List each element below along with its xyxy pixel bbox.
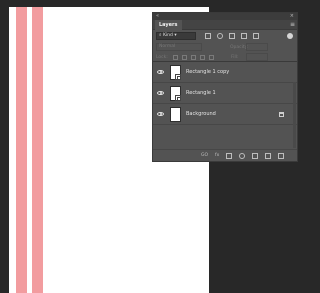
blend-mode-select[interactable]: Normal — [156, 43, 202, 51]
filter-toggle-icon[interactable] — [287, 33, 293, 39]
layers-panel: « × Layers ≡ ⌕ Kind ▾ Normal Opacity: Lo… — [152, 12, 298, 162]
layer-name[interactable]: Background — [186, 112, 216, 117]
lock-all-icon[interactable] — [209, 55, 214, 60]
collapse-icon[interactable]: « — [156, 14, 159, 19]
lock-transparent-icon[interactable] — [173, 55, 178, 60]
footer-icons: GO fx — [201, 153, 285, 159]
layers-scrollbar[interactable] — [293, 82, 296, 148]
fx-icon[interactable]: fx — [215, 153, 219, 159]
layer-row[interactable]: Background — [153, 104, 297, 125]
tab-bar: Layers ≡ — [153, 20, 297, 30]
lock-icons — [173, 55, 214, 60]
layer-thumbnail — [170, 107, 181, 122]
shape-filter-icon[interactable] — [241, 33, 247, 39]
panel-footer: GO fx — [153, 149, 297, 161]
link-layers-icon[interactable]: GO — [201, 153, 208, 159]
new-group-icon[interactable] — [252, 153, 259, 159]
type-filter-icon[interactable] — [229, 33, 235, 39]
fill-field[interactable] — [246, 53, 268, 61]
lock-pixels-icon[interactable] — [182, 55, 187, 60]
smart-object-badge-icon — [175, 95, 181, 101]
layer-name[interactable]: Rectangle 1 — [186, 91, 216, 96]
lock-artboard-icon[interactable] — [200, 55, 205, 60]
smart-object-filter-icon[interactable] — [253, 33, 259, 39]
filter-type-icons — [205, 33, 259, 39]
add-mask-icon[interactable] — [226, 153, 233, 159]
filter-kind-label: ⌕ Kind — [159, 33, 173, 38]
smart-object-badge-icon — [175, 74, 181, 80]
panel-menu-icon[interactable]: ≡ — [290, 22, 295, 28]
tab-layers[interactable]: Layers — [155, 20, 182, 30]
close-icon[interactable]: × — [290, 14, 294, 19]
lock-icon — [279, 112, 284, 117]
lock-position-icon[interactable] — [191, 55, 196, 60]
pink-stripe-right — [32, 7, 43, 293]
eye-icon[interactable] — [157, 70, 164, 74]
blend-opacity-row: Normal Opacity: — [153, 42, 297, 52]
opacity-field[interactable] — [246, 43, 268, 51]
trash-icon[interactable] — [278, 153, 285, 159]
filter-row: ⌕ Kind ▾ — [153, 30, 297, 42]
adjustment-filter-icon[interactable] — [217, 33, 223, 39]
filter-kind-select[interactable]: ⌕ Kind ▾ — [156, 32, 196, 40]
new-layer-icon[interactable] — [265, 153, 272, 159]
eye-icon[interactable] — [157, 91, 164, 95]
lock-label: Lock: — [156, 55, 168, 60]
pixel-filter-icon[interactable] — [205, 33, 211, 39]
layer-name[interactable]: Rectangle 1 copy — [186, 70, 229, 75]
eye-icon[interactable] — [157, 112, 164, 116]
lock-fill-row: Lock: Fill: — [153, 52, 297, 62]
adjustment-layer-icon[interactable] — [239, 153, 246, 159]
panel-title-bar: « × — [153, 13, 297, 20]
layer-row[interactable]: Rectangle 1 copy — [153, 62, 297, 83]
fill-label: Fill: — [231, 55, 239, 60]
pink-stripe-left — [16, 7, 27, 293]
chevron-down-icon: ▾ — [174, 33, 177, 38]
layer-row[interactable]: Rectangle 1 — [153, 83, 297, 104]
